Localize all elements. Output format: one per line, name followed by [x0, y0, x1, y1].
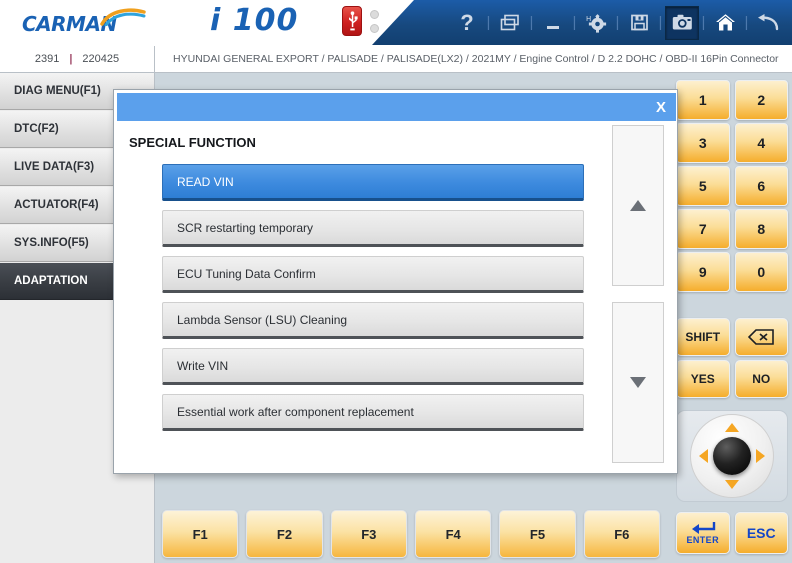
modifier-keypad: SHIFT YES NO	[676, 318, 788, 402]
toolbar-separator: |	[658, 14, 663, 31]
key-4[interactable]: 4	[734, 123, 788, 163]
dpad-up-icon[interactable]	[725, 423, 739, 432]
key-9[interactable]: 9	[676, 252, 730, 292]
settings-icon[interactable]: H	[579, 6, 613, 40]
window-glyph-icon	[500, 14, 519, 30]
save-icon[interactable]	[622, 6, 656, 40]
dpad-right-icon[interactable]	[756, 449, 765, 463]
function-key-f3[interactable]: F3	[330, 510, 407, 558]
app-window: CARMAN i 100 ? | | | H | | | | HYUNDAI G…	[0, 0, 792, 563]
close-icon[interactable]: X	[646, 93, 676, 121]
usb-icon	[342, 6, 362, 36]
status-dots	[370, 10, 379, 38]
home-glyph-icon	[715, 14, 735, 31]
key-3[interactable]: 3	[676, 123, 730, 163]
sidebar-status-separator: |	[69, 53, 73, 65]
breadcrumb-text: HYUNDAI GENERAL EXPORT / PALISADE / PALI…	[173, 53, 779, 65]
sidebar-item-label: LIVE DATA(F3)	[14, 161, 95, 173]
toolbar-separator: |	[701, 14, 706, 31]
esc-key[interactable]: ESC	[734, 512, 788, 554]
dialog-heading: SPECIAL FUNCTION	[129, 135, 256, 150]
list-item[interactable]: Write VIN	[162, 348, 584, 385]
sidebar-status-left: 2391	[34, 53, 60, 65]
sidebar-item-label: ADAPTATION	[14, 275, 88, 287]
function-key-f6[interactable]: F6	[583, 510, 660, 558]
key-2[interactable]: 2	[734, 80, 788, 120]
key-5[interactable]: 5	[676, 166, 730, 206]
key-6[interactable]: 6	[734, 166, 788, 206]
scroll-up-icon[interactable]	[612, 125, 664, 286]
key-0[interactable]: 0	[734, 252, 788, 292]
back-arrow-glyph-icon	[758, 13, 779, 30]
svg-text:H: H	[586, 15, 591, 23]
back-icon[interactable]	[751, 6, 785, 40]
scroll-down-triangle-icon	[630, 377, 646, 388]
app-header: CARMAN i 100 ? | | | H | | | |	[0, 0, 792, 45]
special-function-dialog: X SPECIAL FUNCTION READ VIN SCR restarti…	[113, 89, 678, 474]
esc-key-label: ESC	[746, 525, 776, 541]
status-dot-1	[370, 10, 379, 19]
dpad	[676, 410, 788, 502]
toolbar-separator: |	[486, 14, 491, 31]
usb-glyph-icon	[348, 11, 358, 31]
gear-glyph-icon: H	[586, 13, 607, 33]
home-icon[interactable]	[708, 6, 742, 40]
dpad-left-icon[interactable]	[699, 449, 708, 463]
list-item[interactable]: READ VIN	[162, 164, 584, 201]
numeric-keypad: 1 2 3 4 5 6 7 8 9 0	[676, 80, 788, 293]
toolbar-separator: |	[572, 14, 577, 31]
action-key-row: ENTER ESC	[676, 512, 788, 554]
toolbar-separator: |	[615, 14, 620, 31]
help-icon[interactable]: ?	[450, 6, 484, 40]
special-function-list: READ VIN SCR restarting temporary ECU Tu…	[162, 164, 584, 440]
sidebar-status: 2391 | 220425	[0, 46, 154, 73]
toolbar-separator: |	[529, 14, 534, 31]
dpad-center-knob[interactable]	[713, 437, 751, 475]
window-icon[interactable]	[493, 6, 527, 40]
function-key-f1[interactable]: F1	[162, 510, 239, 558]
sidebar-item-label: SYS.INFO(F5)	[14, 237, 89, 249]
key-1[interactable]: 1	[676, 80, 730, 120]
toolbar: ? | | | H | | | |	[450, 0, 785, 45]
shift-key[interactable]: SHIFT	[676, 318, 730, 356]
dialog-scrollbar	[612, 125, 664, 465]
scroll-down-icon[interactable]	[612, 302, 664, 463]
key-8[interactable]: 8	[734, 209, 788, 249]
camera-glyph-icon	[672, 14, 692, 30]
logo-swoosh-icon	[100, 8, 146, 26]
breadcrumb: HYUNDAI GENERAL EXPORT / PALISADE / PALI…	[155, 46, 792, 73]
key-7[interactable]: 7	[676, 209, 730, 249]
scroll-up-triangle-icon	[630, 200, 646, 211]
no-key[interactable]: NO	[734, 360, 788, 398]
enter-key[interactable]: ENTER	[676, 512, 730, 554]
carman-logo: CARMAN	[22, 8, 147, 36]
enter-key-label: ENTER	[686, 535, 719, 545]
yes-key[interactable]: YES	[676, 360, 730, 398]
floppy-glyph-icon	[630, 14, 648, 31]
list-item[interactable]: ECU Tuning Data Confirm	[162, 256, 584, 293]
enter-arrow-icon	[691, 522, 715, 534]
minimize-icon[interactable]	[536, 6, 570, 40]
dpad-disc	[690, 414, 774, 498]
dpad-down-icon[interactable]	[725, 480, 739, 489]
list-item[interactable]: Lambda Sensor (LSU) Cleaning	[162, 302, 584, 339]
backspace-icon[interactable]	[734, 318, 788, 356]
function-key-f4[interactable]: F4	[414, 510, 492, 558]
sidebar-status-right: 220425	[82, 53, 120, 65]
status-dot-2	[370, 24, 379, 33]
list-item[interactable]: Essential work after component replaceme…	[162, 394, 584, 431]
list-item[interactable]: SCR restarting temporary	[162, 210, 584, 247]
function-key-f2[interactable]: F2	[246, 510, 323, 558]
sidebar-item-label: DTC(F2)	[14, 123, 59, 135]
sidebar-item-label: DIAG MENU(F1)	[14, 85, 101, 97]
minimize-glyph-icon	[547, 25, 559, 29]
screenshot-icon[interactable]	[665, 5, 699, 40]
sidebar-item-label: ACTUATOR(F4)	[14, 199, 99, 211]
product-name: i 100	[210, 3, 299, 38]
toolbar-separator: |	[744, 14, 749, 31]
function-key-bar: F1 F2 F3 F4 F5 F6	[162, 510, 660, 558]
function-key-f5[interactable]: F5	[499, 510, 576, 558]
backspace-glyph-icon	[748, 329, 775, 345]
dialog-title-bar: X	[117, 93, 676, 121]
